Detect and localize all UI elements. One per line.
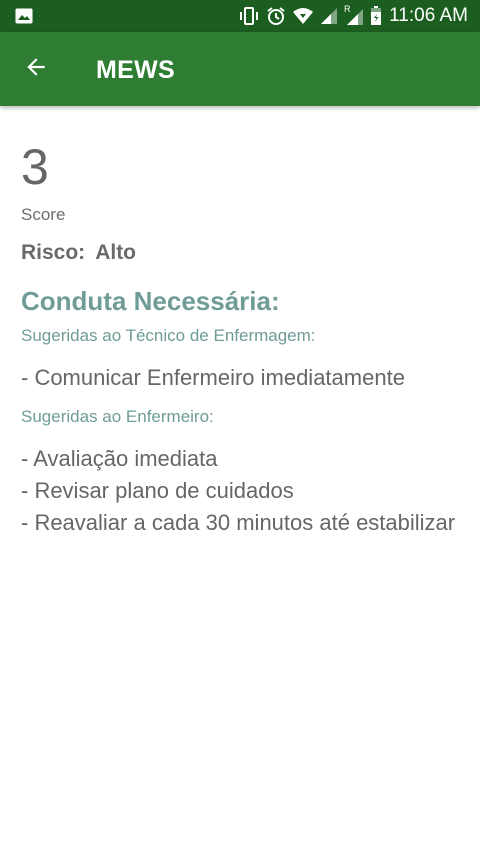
list-item: - Avaliação imediata bbox=[21, 446, 218, 471]
tecnico-action-list: - Comunicar Enfermeiro imediatamente bbox=[21, 364, 461, 396]
list-item: - Comunicar Enfermeiro imediatamente bbox=[21, 365, 405, 390]
tecnico-heading: Sugeridas ao Técnico de Enfermagem: bbox=[21, 326, 316, 345]
vibrate-icon bbox=[238, 7, 260, 25]
score-label: Score bbox=[21, 205, 66, 224]
status-bar: R 11:06 AM bbox=[0, 0, 480, 32]
enfermeiro-heading: Sugeridas ao Enfermeiro: bbox=[21, 407, 214, 426]
wifi-icon bbox=[292, 7, 314, 25]
image-icon bbox=[15, 8, 33, 24]
page-title: MEWS bbox=[96, 56, 175, 84]
risk-value: Alto bbox=[95, 241, 137, 264]
status-icons: R bbox=[238, 4, 382, 26]
arrow-left-icon bbox=[23, 54, 49, 84]
app-bar: MEWS bbox=[0, 32, 480, 106]
signal-roaming-icon: R bbox=[344, 4, 364, 26]
signal-icon bbox=[320, 7, 338, 25]
alarm-icon bbox=[266, 6, 286, 26]
list-item: - Reavaliar a cada 30 minutos até estabi… bbox=[21, 510, 456, 535]
battery-icon bbox=[370, 6, 382, 26]
score-value: 3 bbox=[21, 139, 49, 195]
list-item: - Revisar plano de cuidados bbox=[21, 478, 294, 503]
back-button[interactable] bbox=[13, 46, 59, 92]
risk-label: Risco: bbox=[21, 241, 86, 264]
conduct-title: Conduta Necessária: bbox=[21, 286, 280, 316]
status-time: 11:06 AM bbox=[389, 5, 468, 26]
enfermeiro-action-list: - Avaliação imediata - Revisar plano de … bbox=[21, 445, 461, 541]
risk-line: Risco: Alto bbox=[21, 240, 136, 266]
